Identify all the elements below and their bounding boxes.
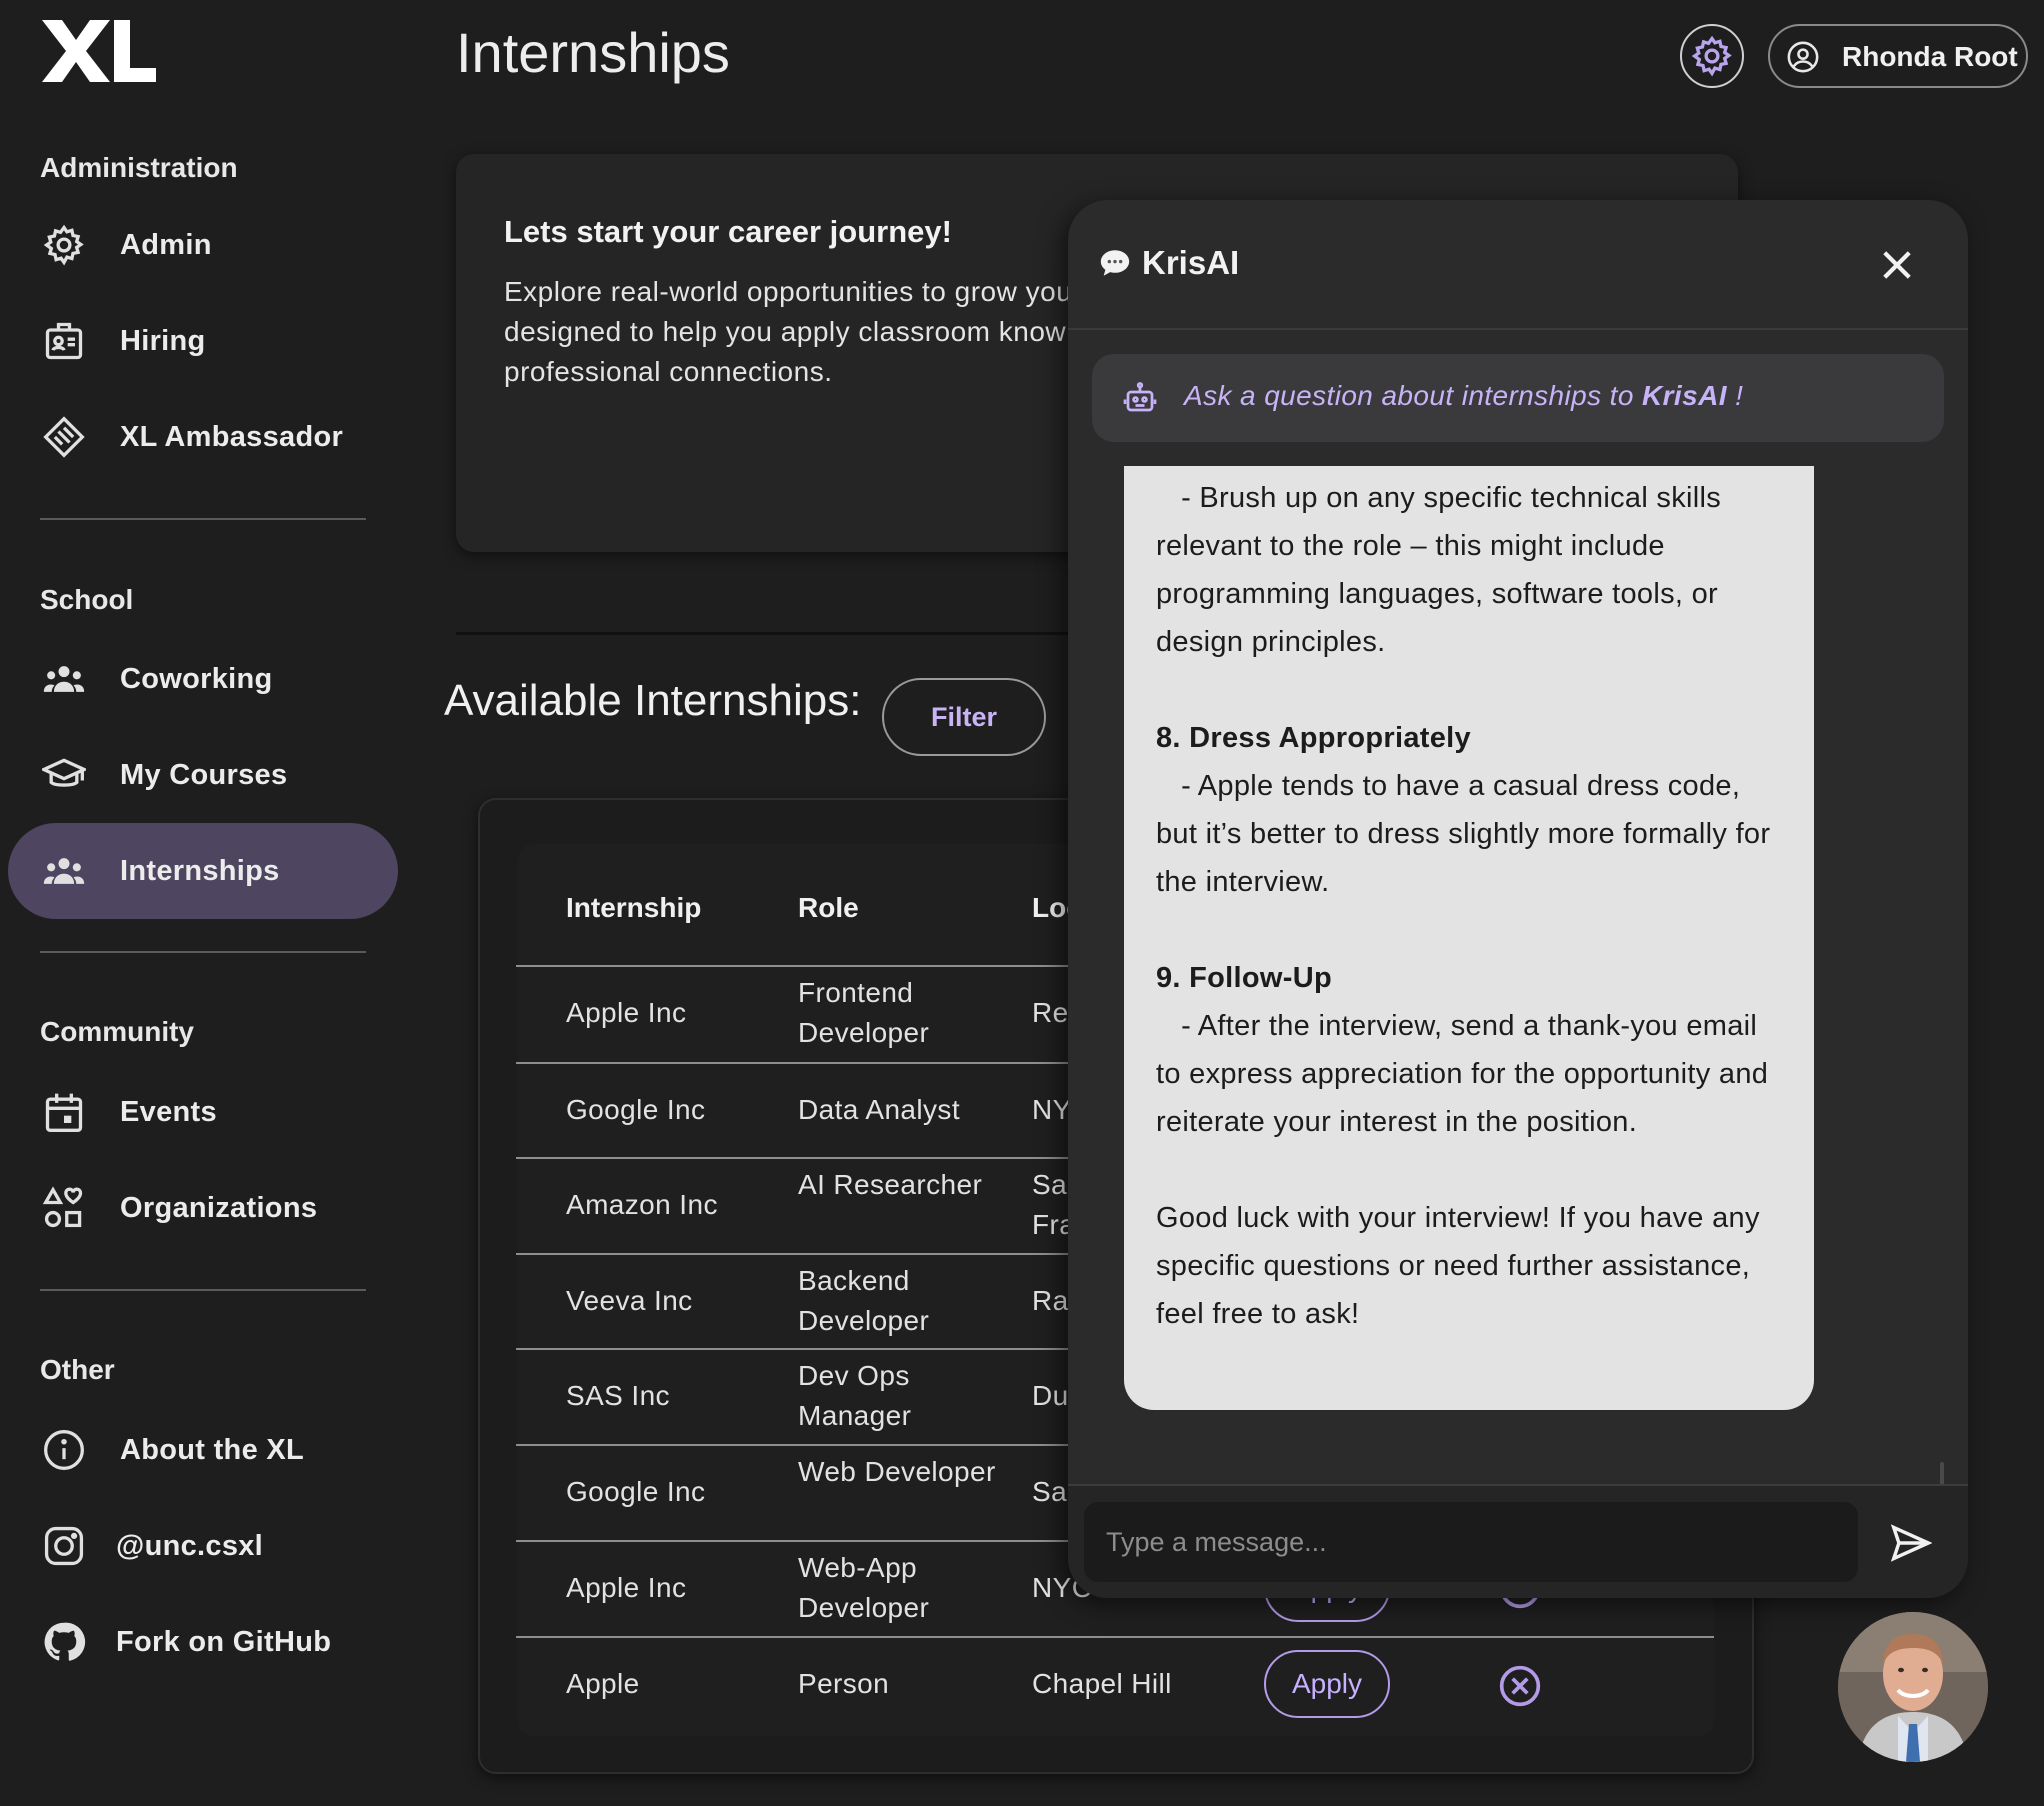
cell-role: Data Analyst <box>798 1094 960 1125</box>
row-divider <box>516 1636 1714 1638</box>
cell-company: SAS Inc <box>566 1380 670 1411</box>
sidebar-item-admin[interactable]: Admin <box>8 197 398 293</box>
page-title: Internships <box>456 21 730 84</box>
column-header-internship: Internship <box>566 892 702 923</box>
section-title-school: School <box>40 584 134 615</box>
cell-role: AI Researcher <box>798 1169 983 1200</box>
message-paragraph: - After the interview, send a thank-you … <box>1156 1010 1777 1138</box>
xl-logo-icon <box>42 20 156 82</box>
sidebar-item-instagram[interactable]: @unc.csxl <box>8 1498 398 1594</box>
cell-role: Web-App Developer <box>798 1552 930 1623</box>
prompt-bot-name: KrisAI <box>1642 380 1727 411</box>
cell-role: Web Developer <box>798 1456 996 1487</box>
xl-logo[interactable] <box>40 18 156 84</box>
cell-role: Dev Ops Manager <box>798 1360 912 1431</box>
cell-company: Google Inc <box>566 1476 706 1507</box>
message-heading: 8. Dress Appropriately <box>1156 722 1471 754</box>
calendar-icon <box>40 1088 88 1136</box>
available-internships-title: Available Internships: <box>444 676 862 725</box>
sidebar-item-events[interactable]: Events <box>8 1064 398 1160</box>
sidebar-item-label: Organizations <box>120 1191 318 1224</box>
robot-icon <box>1123 382 1157 412</box>
group-icon <box>40 655 88 703</box>
section-title-community: Community <box>40 1016 194 1047</box>
instagram-icon <box>40 1522 88 1570</box>
sidebar-item-label: Hiring <box>120 324 206 357</box>
section-title-other: Other <box>40 1354 115 1385</box>
sidebar-item-label: Coworking <box>120 662 273 695</box>
section-title-administration: Administration <box>40 152 238 183</box>
settings-button[interactable] <box>1680 24 1744 88</box>
chat-panel: KrisAI Ask a question about internships … <box>1068 200 1968 1598</box>
column-header-role: Role <box>798 892 859 923</box>
sidebar-divider <box>40 1289 366 1291</box>
sidebar-item-github[interactable]: Fork on GitHub <box>8 1594 398 1690</box>
intro-title: Lets start your career journey! <box>504 214 952 249</box>
sidebar-item-xl-ambassador[interactable]: XL Ambassador <box>8 389 398 485</box>
cell-company: Apple Inc <box>566 997 687 1028</box>
cell-role: Person <box>798 1668 890 1699</box>
chat-prompt-banner: Ask a question about internships to Kris… <box>1092 354 1944 442</box>
chat-prompt-text: Ask a question about internships to Kris… <box>1184 380 1743 412</box>
message-heading: 9. Follow-Up <box>1156 962 1332 994</box>
sidebar-item-my-courses[interactable]: My Courses <box>8 727 398 823</box>
chat-title: KrisAI <box>1142 244 1240 281</box>
sidebar-item-internships[interactable]: Internships <box>8 823 398 919</box>
gear-icon <box>40 221 88 269</box>
shapes-icon <box>40 1184 88 1232</box>
assistant-avatar[interactable] <box>1838 1612 1988 1762</box>
prompt-suffix: ! <box>1726 380 1744 411</box>
sidebar-item-hiring[interactable]: Hiring <box>8 293 398 389</box>
sidebar: Administration Admin Hiring XL Ambassado… <box>0 0 410 1806</box>
id-badge-icon <box>40 317 88 365</box>
sidebar-item-label: @unc.csxl <box>116 1529 264 1562</box>
filter-button[interactable]: Filter <box>882 678 1046 756</box>
cell-location: Chapel Hill <box>1032 1668 1172 1699</box>
group-icon <box>40 847 88 895</box>
cell-company: Google Inc <box>566 1094 706 1125</box>
close-icon[interactable] <box>1876 244 1918 286</box>
cell-company: Amazon Inc <box>566 1189 718 1220</box>
sidebar-item-label: Internships <box>120 854 280 887</box>
sidebar-item-label: About the XL <box>120 1433 305 1466</box>
cell-company: Veeva Inc <box>566 1285 693 1316</box>
cell-company: Apple Inc <box>566 1572 687 1603</box>
chat-messages[interactable]: - Brush up on any specific technical ski… <box>1068 466 1968 1484</box>
send-icon[interactable] <box>1890 1524 1932 1562</box>
speech-bubble-icon <box>1100 250 1130 276</box>
chat-message-input[interactable] <box>1084 1502 1858 1582</box>
message-paragraph: - Apple tends to have a casual dress cod… <box>1156 770 1779 898</box>
handshake-icon <box>40 413 88 461</box>
sidebar-item-label: Events <box>120 1095 217 1128</box>
sidebar-item-label: XL Ambassador <box>120 420 344 453</box>
chat-input-bar <box>1068 1484 1968 1598</box>
chat-header: KrisAI <box>1068 200 1968 330</box>
gear-icon <box>1691 35 1732 77</box>
sidebar-item-label: My Courses <box>120 758 288 791</box>
cell-role: Frontend Developer <box>798 977 930 1048</box>
sidebar-item-label: Fork on GitHub <box>116 1625 332 1658</box>
message-paragraph: Good luck with your interview! If you ha… <box>1156 1202 1769 1330</box>
cell-role: Backend Developer <box>798 1265 930 1336</box>
message-paragraph: - Brush up on any specific technical ski… <box>1156 482 1730 658</box>
user-name: Rhonda Root <box>1842 41 2018 72</box>
sidebar-divider <box>40 518 366 520</box>
person-photo <box>1838 1612 1988 1762</box>
sidebar-divider <box>40 951 366 953</box>
remove-circle-icon[interactable] <box>1498 1664 1542 1708</box>
bot-message: - Brush up on any specific technical ski… <box>1124 466 1814 1410</box>
account-circle-icon <box>1787 41 1819 73</box>
apply-button[interactable]: Apply <box>1264 1650 1390 1718</box>
sidebar-item-about[interactable]: About the XL <box>8 1402 398 1498</box>
github-icon <box>40 1618 88 1666</box>
cell-company: Apple <box>566 1668 640 1699</box>
chat-scrollbar[interactable] <box>1940 1462 1944 1484</box>
prompt-prefix: Ask a question about internships to <box>1184 380 1643 411</box>
sidebar-item-organizations[interactable]: Organizations <box>8 1160 398 1256</box>
user-profile-button[interactable]: Rhonda Root <box>1768 24 2028 88</box>
graduation-cap-icon <box>40 751 88 799</box>
sidebar-item-coworking[interactable]: Coworking <box>8 631 398 727</box>
info-icon <box>40 1426 88 1474</box>
sidebar-item-label: Admin <box>120 228 212 261</box>
